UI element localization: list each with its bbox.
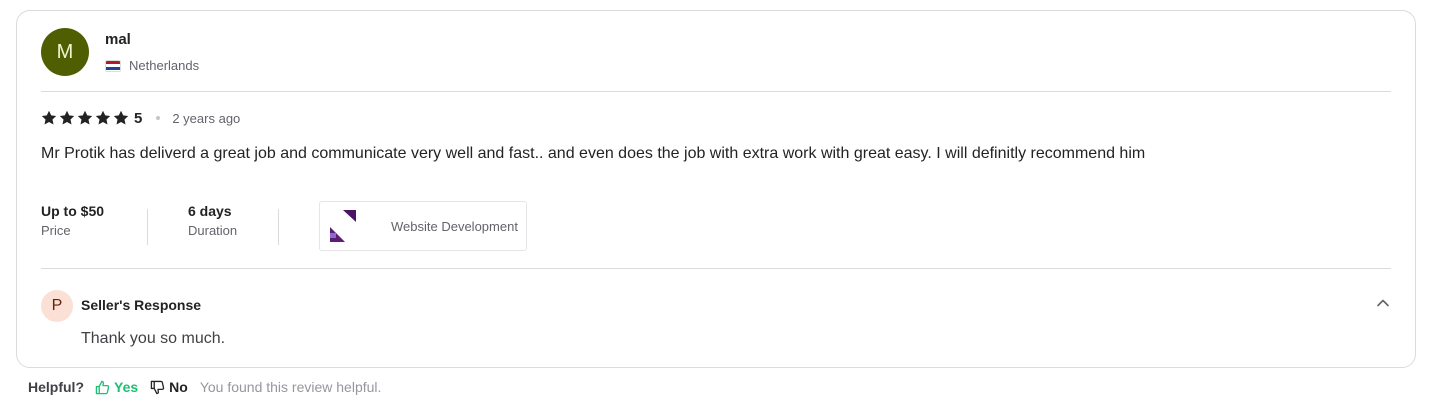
vertical-divider — [147, 209, 148, 245]
reviewer-country: Netherlands — [105, 58, 199, 73]
review-time: 2 years ago — [172, 110, 241, 126]
star-icon — [113, 110, 129, 125]
gig-spacer — [359, 201, 379, 251]
review-text: Mr Protik has deliverd a great job and c… — [41, 145, 1146, 162]
duration-label: Duration — [188, 223, 238, 238]
price-block: Up to $50 Price — [41, 201, 147, 241]
seller-avatar: P — [41, 290, 73, 322]
star-icon — [77, 110, 93, 125]
star-icon — [95, 110, 111, 125]
divider — [41, 268, 1391, 269]
review-meta: Up to $50 Price 6 days Duration Website … — [41, 201, 527, 251]
price-label: Price — [41, 223, 71, 238]
duration-value: 6 days — [188, 203, 232, 219]
helpful-no-label: No — [169, 379, 188, 395]
vertical-divider — [278, 209, 279, 245]
chevron-up-icon[interactable] — [1375, 295, 1391, 311]
helpful-no-button[interactable]: No — [150, 379, 188, 395]
divider — [41, 91, 1391, 92]
country-label: Netherlands — [129, 58, 200, 73]
review-card: M mal Netherlands 5 2 years ago Mr Proti… — [16, 10, 1416, 368]
star-icon — [41, 110, 57, 125]
netherlands-flag-icon — [105, 59, 121, 72]
helpful-yes-label: Yes — [114, 379, 139, 395]
thumbs-down-icon — [150, 380, 165, 394]
reviewer-name: mal — [105, 31, 131, 48]
gig-thumbnail-icon[interactable] — [319, 201, 359, 251]
helpful-yes-button[interactable]: Yes — [95, 379, 138, 395]
helpful-label: Helpful? — [28, 379, 84, 395]
gig-link[interactable]: Website Development — [319, 201, 527, 251]
star-rating — [41, 110, 129, 126]
gig-title[interactable]: Website Development — [379, 201, 527, 251]
reviewer-avatar: M — [41, 28, 89, 76]
duration-block: 6 days Duration — [188, 201, 278, 241]
helpful-status: You found this review helpful. — [199, 379, 382, 395]
thumbs-up-icon — [95, 380, 110, 394]
helpful-row: Helpful? Yes No You found this review he… — [28, 378, 381, 396]
price-value: Up to $50 — [41, 203, 105, 219]
rating-row: 5 2 years ago — [41, 109, 240, 127]
seller-response-title: Seller's Response — [81, 297, 202, 313]
seller-response-text: Thank you so much. — [81, 330, 226, 347]
star-icon — [59, 110, 75, 125]
rating-value: 5 — [134, 109, 143, 127]
separator-dot — [156, 116, 161, 120]
